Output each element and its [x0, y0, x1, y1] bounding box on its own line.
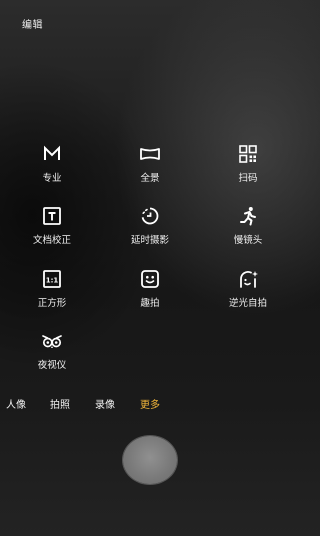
- fun-shot-icon: [139, 268, 161, 290]
- mode-label: 夜视仪: [37, 360, 67, 371]
- mode-slow-motion[interactable]: 慢镜头: [208, 205, 288, 253]
- edit-button[interactable]: 编辑: [22, 16, 43, 31]
- slow-motion-icon: [237, 205, 259, 227]
- mode-label: 趣拍: [140, 298, 160, 309]
- night-vision-icon: [41, 330, 63, 352]
- mode-label: 正方形: [37, 298, 67, 309]
- mode-tabs: 人像 拍照 录像 更多: [0, 396, 300, 412]
- mode-timelapse[interactable]: 延时摄影: [110, 205, 190, 253]
- mode-backlight-selfie[interactable]: 逆光自拍: [208, 268, 288, 316]
- timelapse-icon: [139, 205, 161, 227]
- document-correction-icon: [41, 205, 63, 227]
- mode-label: 扫码: [238, 173, 258, 184]
- mode-panorama[interactable]: 全景: [110, 143, 190, 191]
- mode-night-vision[interactable]: 夜视仪: [12, 330, 92, 378]
- panorama-icon: [139, 143, 161, 165]
- mode-fun-shot[interactable]: 趣拍: [110, 268, 190, 316]
- mode-label: 全景: [140, 173, 160, 184]
- tab-portrait[interactable]: 人像: [6, 396, 26, 411]
- mode-label: 逆光自拍: [228, 298, 267, 309]
- mode-qr-scan[interactable]: 扫码: [208, 143, 288, 191]
- qr-scan-icon: [237, 143, 259, 165]
- svg-text:1:1: 1:1: [46, 276, 59, 284]
- mode-document-correction[interactable]: 文档校正: [12, 205, 92, 253]
- mode-square[interactable]: 1:1 正方形: [12, 268, 92, 316]
- tab-photo[interactable]: 拍照: [50, 396, 70, 411]
- backlight-selfie-icon: [237, 268, 259, 290]
- mode-label: 文档校正: [32, 235, 71, 246]
- square-mode-icon: 1:1: [41, 268, 63, 290]
- mode-pro[interactable]: 专业: [12, 143, 92, 191]
- mode-label: 专业: [42, 173, 62, 184]
- shutter-button[interactable]: [123, 436, 177, 484]
- pro-mode-icon: [41, 143, 63, 165]
- mode-label: 慢镜头: [233, 235, 263, 246]
- tab-video[interactable]: 录像: [95, 396, 115, 411]
- mode-label: 延时摄影: [130, 235, 169, 246]
- tab-more[interactable]: 更多: [140, 396, 160, 411]
